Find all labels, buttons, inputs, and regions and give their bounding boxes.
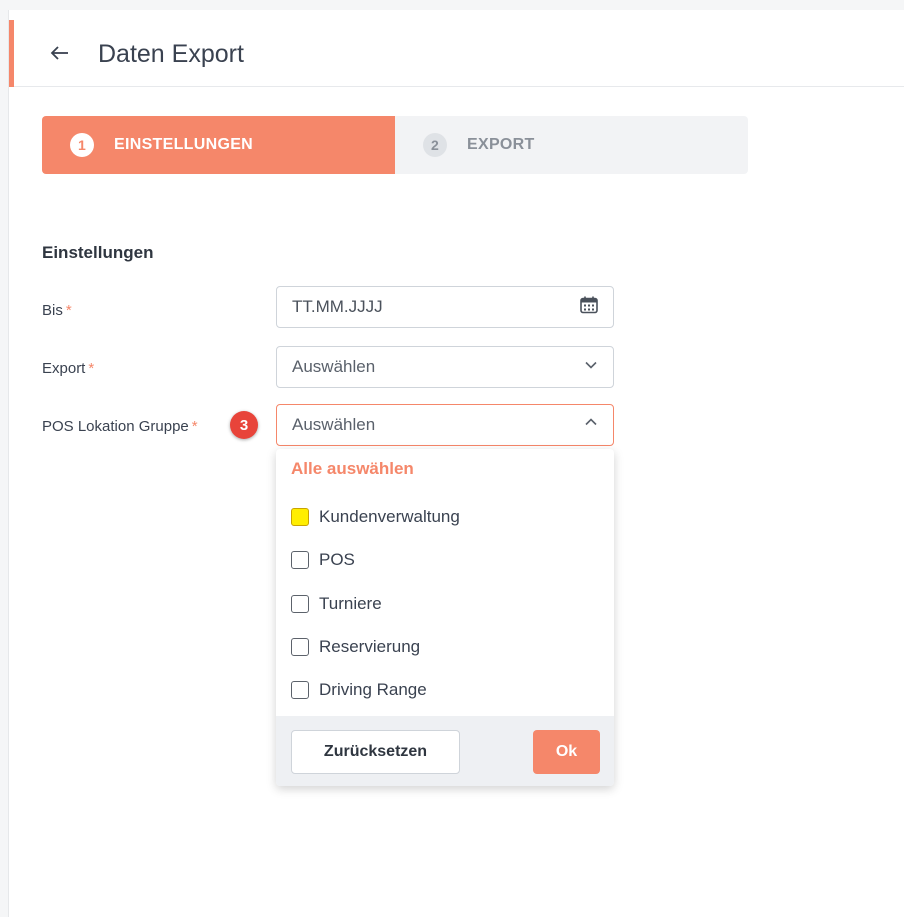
pos-gruppe-label: POS Lokation Gruppe *	[42, 418, 198, 435]
arrow-left-icon[interactable]	[49, 42, 71, 64]
export-label: Export *	[42, 360, 94, 377]
checkbox[interactable]	[291, 638, 309, 656]
step-label: EXPORT	[467, 136, 535, 153]
annotation-badge: 3	[230, 411, 258, 439]
option-label: Turniere	[319, 594, 382, 613]
stepper: 1 EINSTELLUNGEN 2 EXPORT	[42, 116, 748, 174]
checkbox[interactable]	[291, 551, 309, 569]
checkbox[interactable]	[291, 508, 309, 526]
step-export[interactable]: 2 EXPORT	[395, 116, 748, 174]
required-marker: *	[65, 302, 72, 319]
step-einstellungen[interactable]: 1 EINSTELLUNGEN	[42, 116, 395, 174]
top-strip	[0, 0, 904, 10]
bis-label: Bis *	[42, 302, 72, 319]
option-driving-range[interactable]: Driving Range	[291, 680, 427, 700]
page-title: Daten Export	[98, 40, 244, 68]
ok-button[interactable]: Ok	[533, 730, 600, 774]
option-turniere[interactable]: Turniere	[291, 594, 382, 614]
bis-date-input[interactable]: TT.MM.JJJJ	[276, 286, 614, 328]
left-sidebar-edge	[0, 10, 9, 917]
pos-gruppe-value: Auswählen	[292, 415, 376, 434]
option-reservierung[interactable]: Reservierung	[291, 637, 420, 657]
pos-gruppe-label-text: POS Lokation Gruppe	[42, 418, 189, 435]
export-label-text: Export	[42, 360, 86, 377]
chevron-down-icon	[583, 357, 599, 378]
required-marker: *	[88, 360, 95, 377]
option-label: Kundenverwaltung	[319, 507, 460, 526]
required-marker: *	[191, 418, 198, 435]
option-label: Reservierung	[319, 637, 421, 656]
section-title: Einstellungen	[42, 243, 154, 262]
select-all-link[interactable]: Alle auswählen	[291, 459, 414, 479]
option-kundenverwaltung[interactable]: Kundenverwaltung	[291, 507, 460, 527]
pos-gruppe-dropdown: Alle auswählen Kundenverwaltung POS Turn…	[276, 449, 614, 786]
chevron-up-icon	[583, 415, 599, 436]
export-value: Auswählen	[292, 357, 376, 376]
export-select[interactable]: Auswählen	[276, 346, 614, 388]
step-number: 2	[423, 133, 447, 157]
step-number: 1	[70, 133, 94, 157]
checkbox[interactable]	[291, 595, 309, 613]
checkbox[interactable]	[291, 681, 309, 699]
option-pos[interactable]: POS	[291, 550, 355, 570]
option-label: POS	[319, 550, 355, 569]
bis-label-text: Bis	[42, 302, 63, 319]
bis-placeholder: TT.MM.JJJJ	[292, 297, 383, 316]
calendar-icon[interactable]	[579, 295, 599, 320]
page-header: Daten Export	[14, 10, 904, 87]
reset-button[interactable]: Zurücksetzen	[291, 730, 460, 774]
pos-gruppe-select[interactable]: Auswählen	[276, 404, 614, 446]
dropdown-footer: Zurücksetzen Ok	[276, 716, 614, 786]
step-label: EINSTELLUNGEN	[114, 136, 254, 153]
option-label: Driving Range	[319, 680, 427, 699]
